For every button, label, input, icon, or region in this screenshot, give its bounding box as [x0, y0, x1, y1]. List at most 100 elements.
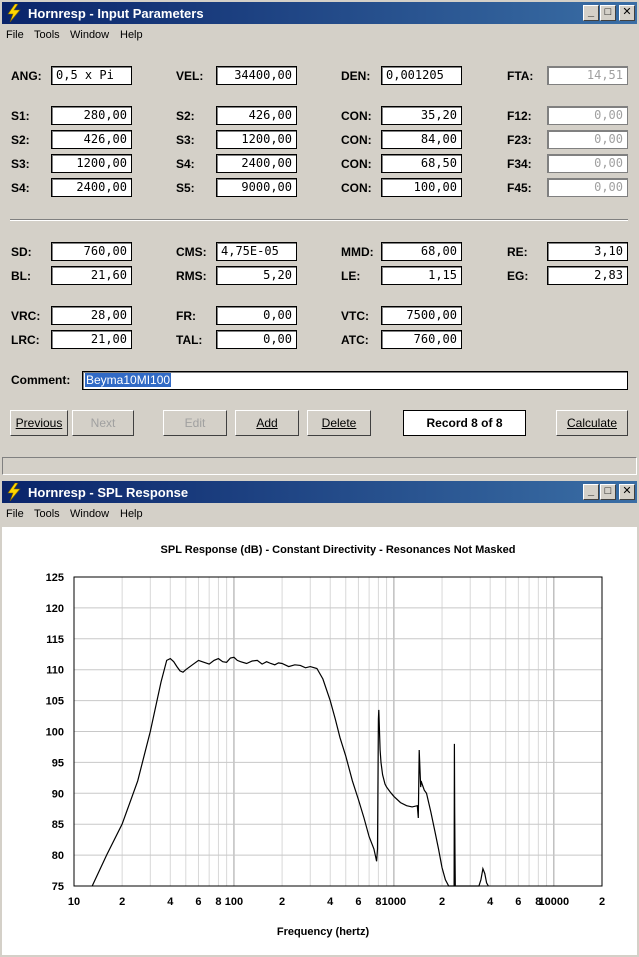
x-tick-label: 8 — [215, 896, 221, 908]
y-tick-label: 90 — [52, 788, 64, 800]
vrc-label: VRC: — [11, 309, 41, 323]
f45-field: 0,00 — [547, 178, 628, 197]
den-field[interactable]: 0,001205 — [381, 66, 462, 85]
vrc-field[interactable]: 28,00 — [51, 306, 132, 325]
s1-label: S1: — [11, 109, 30, 123]
menu-help[interactable]: Help — [120, 508, 143, 520]
s3-field[interactable]: 1200,00 — [51, 154, 132, 173]
y-tick-label: 105 — [46, 696, 64, 708]
con2-field[interactable]: 84,00 — [381, 130, 462, 149]
y-tick-label: 80 — [52, 850, 64, 862]
x-tick-label: 4 — [487, 896, 494, 908]
delete-button[interactable]: Delete — [307, 410, 371, 436]
con3-field[interactable]: 68,50 — [381, 154, 462, 173]
menu-file[interactable]: File — [6, 29, 24, 41]
cms-field[interactable]: 4,75E-05 — [216, 242, 297, 261]
comment-selected-text: Beyma10MI100 — [85, 373, 172, 387]
x-tick-label: 4 — [167, 896, 174, 908]
s3b-field[interactable]: 1200,00 — [216, 130, 297, 149]
minimize-button[interactable]: _ — [583, 5, 599, 21]
s5b-field[interactable]: 9000,00 — [216, 178, 297, 197]
close-button[interactable]: ✕ — [619, 484, 635, 500]
previous-button[interactable]: Previous — [10, 410, 68, 436]
con3-label: CON: — [341, 157, 372, 171]
edit-button[interactable]: Edit — [163, 410, 227, 436]
add-button[interactable]: Add — [235, 410, 299, 436]
calculate-button[interactable]: Calculate — [556, 410, 628, 436]
s2-field[interactable]: 426,00 — [51, 130, 132, 149]
vtc-field[interactable]: 7500,00 — [381, 306, 462, 325]
input-menubar: File Tools Window Help — [0, 26, 639, 46]
mmd-field[interactable]: 68,00 — [381, 242, 462, 261]
rms-field[interactable]: 5,20 — [216, 266, 297, 285]
vtc-label: VTC: — [341, 309, 369, 323]
y-tick-label: 75 — [52, 881, 64, 893]
bl-field[interactable]: 21,60 — [51, 266, 132, 285]
le-label: LE: — [341, 269, 361, 283]
s4-field[interactable]: 2400,00 — [51, 178, 132, 197]
spl-window-titlebar[interactable]: Hornresp - SPL Response _ □ ✕ — [2, 481, 637, 503]
sd-field[interactable]: 760,00 — [51, 242, 132, 261]
f12-label: F12: — [507, 109, 532, 123]
comment-input[interactable]: Beyma10MI100 — [82, 371, 628, 390]
chart-title: SPL Response (dB) - Constant Directivity… — [161, 544, 516, 556]
y-tick-label: 85 — [52, 819, 64, 831]
s5b-label: S5: — [176, 181, 195, 195]
spl-response-window: Hornresp - SPL Response _ □ ✕ File Tools… — [0, 479, 639, 957]
x-tick-label: 8 — [375, 896, 381, 908]
con4-field[interactable]: 100,00 — [381, 178, 462, 197]
fta-field: 14,51 — [547, 66, 628, 85]
minimize-button[interactable]: _ — [583, 484, 599, 500]
menu-window[interactable]: Window — [70, 508, 109, 520]
vel-field[interactable]: 34400,00 — [216, 66, 297, 85]
atc-field[interactable]: 760,00 — [381, 330, 462, 349]
menu-file[interactable]: File — [6, 508, 24, 520]
mmd-label: MMD: — [341, 245, 374, 259]
s1-field[interactable]: 280,00 — [51, 106, 132, 125]
next-button[interactable]: Next — [72, 410, 134, 436]
input-parameters-window: Hornresp - Input Parameters _ □ ✕ File T… — [0, 0, 639, 450]
eg-label: EG: — [507, 269, 529, 283]
close-button[interactable]: ✕ — [619, 5, 635, 21]
spl-series-line — [91, 656, 489, 887]
x-tick-label: 10 — [68, 896, 80, 908]
menu-tools[interactable]: Tools — [34, 29, 60, 41]
input-window-titlebar[interactable]: Hornresp - Input Parameters _ □ ✕ — [2, 2, 637, 24]
y-tick-label: 115 — [46, 634, 64, 646]
spl-menubar: File Tools Window Help — [0, 505, 639, 525]
x-axis-label: Frequency (hertz) — [277, 926, 370, 938]
fr-label: FR: — [176, 309, 196, 323]
f23-label: F23: — [507, 133, 532, 147]
menu-help[interactable]: Help — [120, 29, 143, 41]
x-tick-label: 1000 — [382, 896, 406, 908]
le-field[interactable]: 1,15 — [381, 266, 462, 285]
eg-field[interactable]: 2,83 — [547, 266, 628, 285]
s2b-field[interactable]: 426,00 — [216, 106, 297, 125]
input-window-title: Hornresp - Input Parameters — [28, 6, 204, 21]
lrc-field[interactable]: 21,00 — [51, 330, 132, 349]
tal-field[interactable]: 0,00 — [216, 330, 297, 349]
fta-label: FTA: — [507, 69, 534, 83]
re-field[interactable]: 3,10 — [547, 242, 628, 261]
ang-field[interactable]: 0,5 x Pi — [51, 66, 132, 85]
cms-label: CMS: — [176, 245, 207, 259]
den-label: DEN: — [341, 69, 371, 83]
con1-field[interactable]: 35,20 — [381, 106, 462, 125]
x-tick-label: 100 — [225, 896, 243, 908]
y-tick-label: 95 — [52, 757, 64, 769]
con2-label: CON: — [341, 133, 372, 147]
maximize-button[interactable]: □ — [600, 484, 616, 500]
menu-tools[interactable]: Tools — [34, 508, 60, 520]
x-tick-label: 2 — [439, 896, 445, 908]
lrc-label: LRC: — [11, 333, 40, 347]
x-tick-label: 2 — [119, 896, 125, 908]
maximize-button[interactable]: □ — [600, 5, 616, 21]
con4-label: CON: — [341, 181, 372, 195]
menu-window[interactable]: Window — [70, 29, 109, 41]
x-tick-label: 10000 — [539, 896, 570, 908]
x-tick-label: 2 — [599, 896, 605, 908]
fr-field[interactable]: 0,00 — [216, 306, 297, 325]
y-tick-label: 100 — [46, 727, 64, 739]
x-tick-label: 2 — [279, 896, 285, 908]
s4b-field[interactable]: 2400,00 — [216, 154, 297, 173]
